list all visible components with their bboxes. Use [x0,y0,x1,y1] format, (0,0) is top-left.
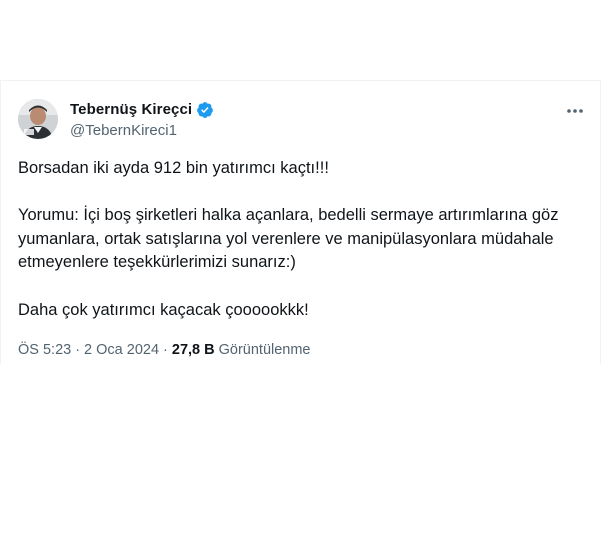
views-label: Görüntülenme [218,342,311,358]
tweet-text-line-headline: Borsadan iki ayda 912 bin yatırımcı kaçt… [18,159,329,177]
author-name-row[interactable]: Tebernüş Kireçci [70,101,214,119]
tweet-text-line-comment: Yorumu: İçi boş şirketleri halka açanlar… [18,206,559,272]
avatar-image [18,99,58,139]
meta-separator: · [163,342,168,358]
more-horizontal-icon[interactable] [564,102,586,120]
avatar[interactable] [18,99,58,139]
tweet-text: Borsadan iki ayda 912 bin yatırımcı kaçt… [18,157,588,322]
author-display-name[interactable]: Tebernüş Kireçci [70,101,192,119]
meta-separator: · [75,342,81,358]
author-handle[interactable]: @TebernKireci1 [70,122,177,140]
tweet-time[interactable]: ÖS 5:23 [18,341,71,359]
views-count: 27,8 B [171,342,215,358]
tweet-text-line-closing: Daha çok yatırımcı kaçacak çoooookkk! [18,300,309,319]
tweet-meta: ÖS 5:23 · 2 Oca 2024 · 27,8 B Görüntülen… [18,341,311,359]
tweet-date[interactable]: 2 Oca 2024 [84,341,159,359]
tweet-card: Tebernüş Kireçci @TebernKireci1 Borsadan… [0,80,601,364]
verified-badge-icon[interactable] [196,101,214,119]
